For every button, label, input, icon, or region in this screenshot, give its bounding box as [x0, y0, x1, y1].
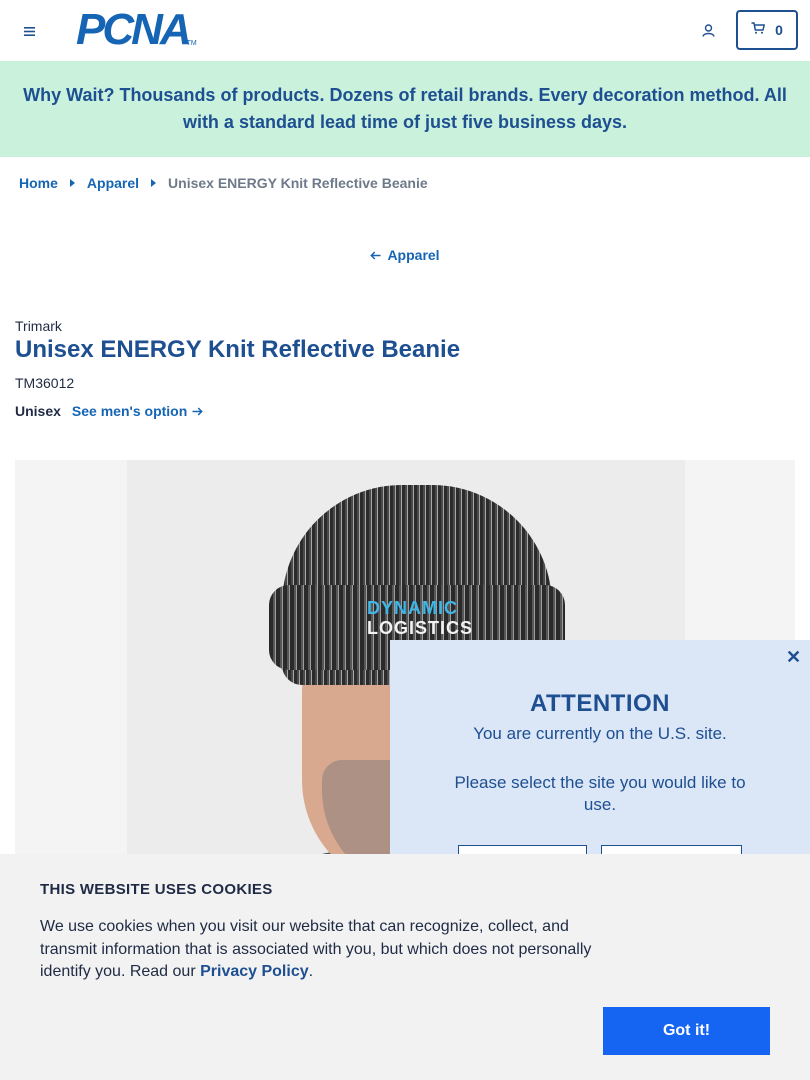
product-sku: TM36012 [15, 375, 75, 391]
hamburger-menu-icon[interactable] [18, 20, 40, 42]
modal-message: You are currently on the U.S. site. [473, 724, 727, 743]
promo-banner: Why Wait? Thousands of products. Dozens … [0, 61, 810, 157]
beanie-logo-line2: LOGISTICS [367, 618, 474, 638]
user-account-icon[interactable] [698, 20, 718, 40]
privacy-policy-link[interactable]: Privacy Policy [200, 963, 309, 980]
back-to-category-link[interactable]: Apparel [0, 247, 810, 263]
arrow-right-icon [192, 403, 204, 419]
breadcrumb-apparel[interactable]: Apparel [87, 175, 139, 191]
gender-label: Unisex [15, 403, 61, 419]
cart-count: 0 [775, 22, 783, 38]
pcna-logo[interactable]: PCNA TM [76, 8, 197, 52]
breadcrumb: Home Apparel Unisex ENERGY Knit Reflecti… [19, 175, 428, 191]
gender-options: Unisex See men's option [15, 403, 204, 419]
promo-banner-text: Why Wait? Thousands of products. Dozens … [23, 85, 787, 132]
cookie-title: THIS WEBSITE USES COOKIES [40, 881, 273, 898]
breadcrumb-caret-icon [69, 179, 75, 187]
logo-text: PCNA [76, 5, 192, 54]
arrow-left-icon [370, 247, 381, 263]
modal-prompt: Please select the site you would like to… [454, 773, 746, 814]
product-title: Unisex ENERGY Knit Reflective Beanie [15, 336, 461, 363]
cookie-text: We use cookies when you visit our websit… [40, 916, 610, 984]
close-icon[interactable]: ✕ [786, 648, 801, 666]
accept-cookies-button[interactable]: Got it! [603, 1007, 770, 1055]
beanie-logo-line1: DYNAMIC [367, 598, 458, 618]
product-brand: Trimark [15, 318, 62, 334]
back-link-label: Apparel [387, 247, 440, 263]
logo-trademark: TM [186, 40, 197, 47]
cookie-text-body: We use cookies when you visit our websit… [40, 918, 592, 980]
cart-button[interactable]: 0 [736, 10, 798, 50]
see-mens-option-label: See men's option [71, 403, 188, 419]
modal-title: ATTENTION [529, 690, 671, 717]
cookie-banner: THIS WEBSITE USES COOKIES We use cookies… [0, 854, 810, 1080]
breadcrumb-home[interactable]: Home [19, 175, 58, 191]
breadcrumb-current: Unisex ENERGY Knit Reflective Beanie [168, 175, 428, 191]
breadcrumb-caret-icon [151, 179, 157, 187]
see-mens-option-link[interactable]: See men's option [71, 403, 204, 419]
site-header: PCNA TM 0 [0, 0, 810, 61]
product-page: PCNA TM 0 Why Wait? Thousands of product… [0, 0, 810, 1080]
shopping-cart-icon [751, 21, 766, 39]
cookie-text-end: . [308, 963, 314, 980]
